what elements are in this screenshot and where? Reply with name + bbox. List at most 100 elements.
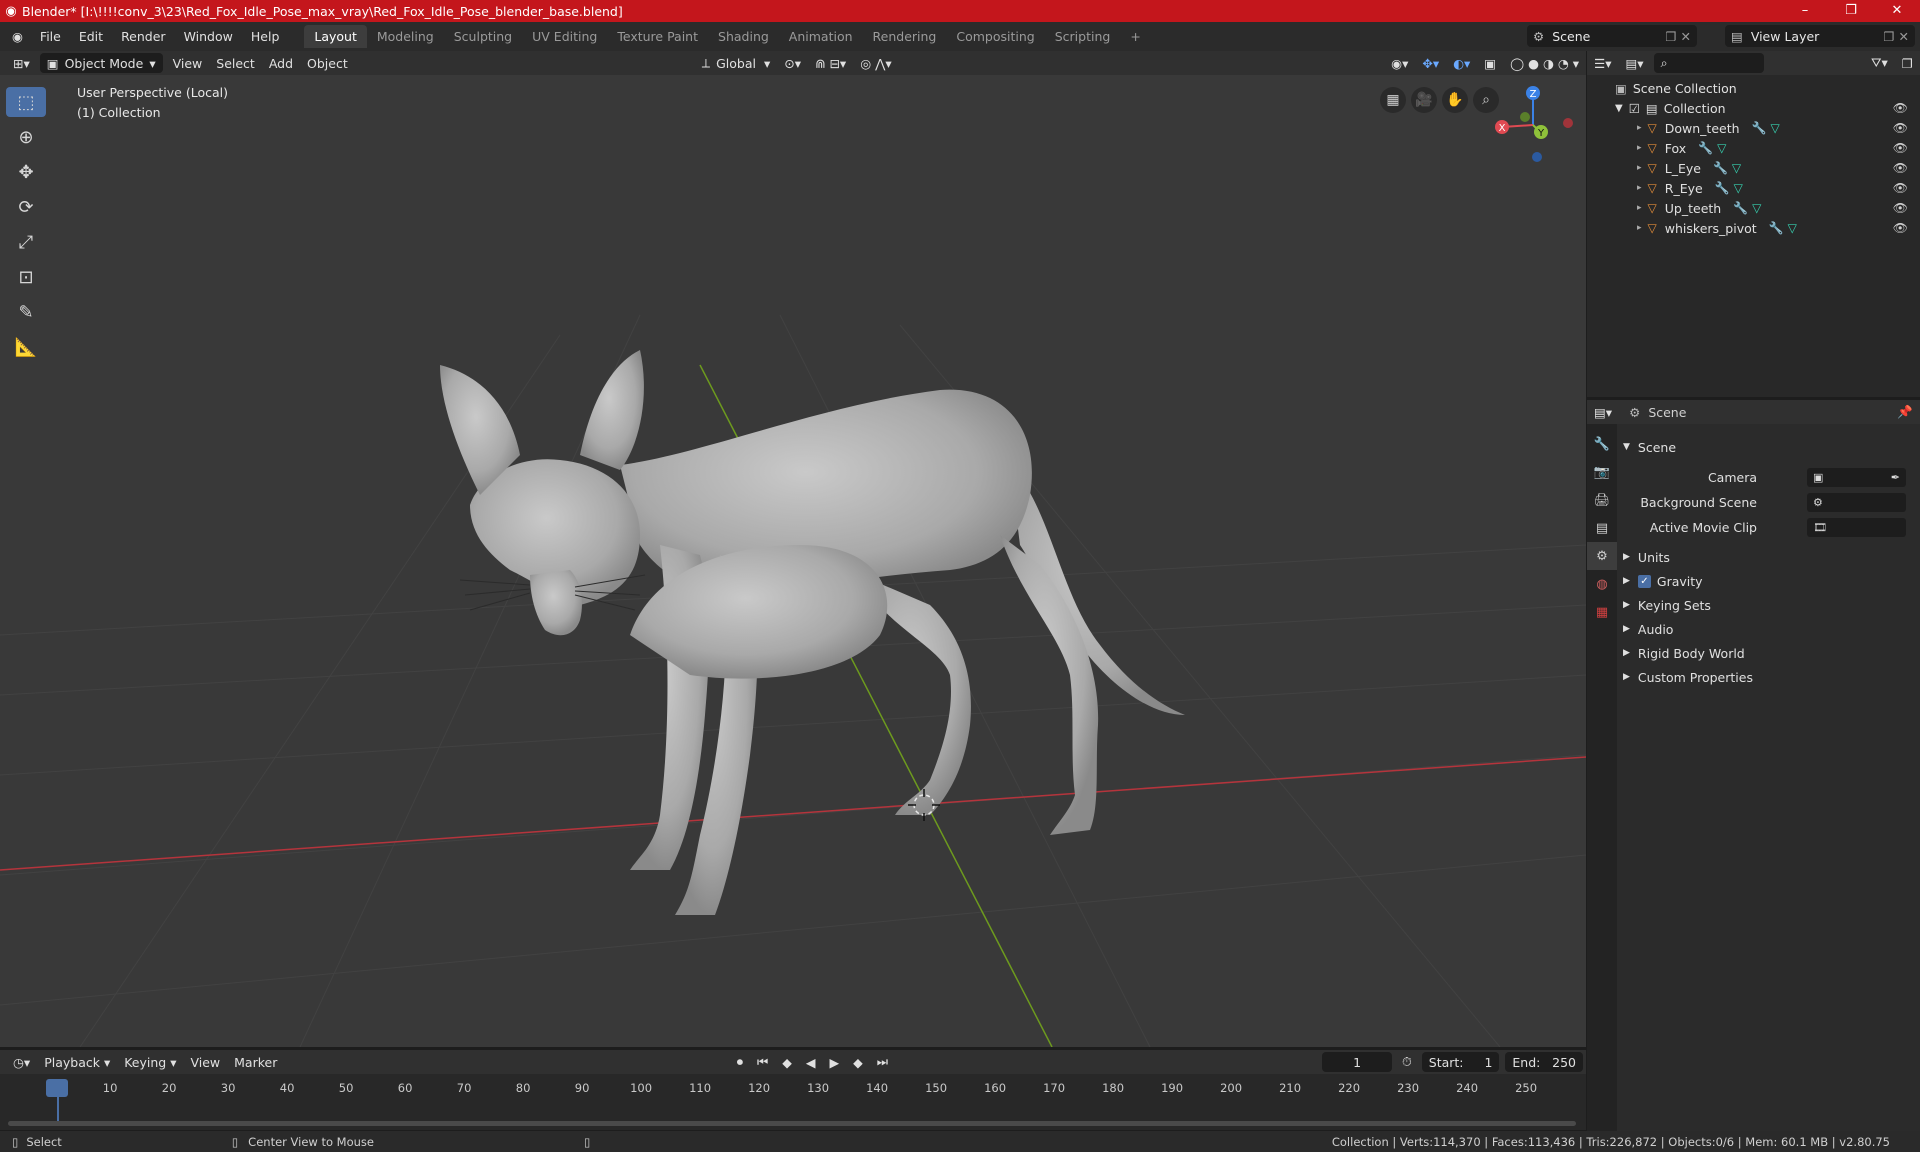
transform-tool-icon[interactable]: ⊡ xyxy=(6,262,46,292)
mesh-data-icon[interactable]: ▽ xyxy=(1732,161,1741,175)
annotate-tool-icon[interactable]: ✎ xyxy=(6,297,46,327)
mesh-data-icon[interactable]: ▽ xyxy=(1752,201,1761,215)
eye-icon[interactable]: 👁 xyxy=(1893,221,1908,235)
3d-viewport[interactable]: Z X Y ⬚ ⊕ ✥ ⟳ ⤢ ⊡ ✎ 📐 User Perspective (… xyxy=(0,75,1586,1047)
viewport-menu-object[interactable]: Object xyxy=(300,53,355,73)
menu-window[interactable]: Window xyxy=(175,29,242,44)
scene-copy-icon[interactable]: ❐ ✕ xyxy=(1665,29,1691,44)
record-button-icon[interactable]: ⏺ xyxy=(730,1052,750,1072)
eye-icon[interactable]: 👁 xyxy=(1893,141,1908,155)
audio-panel-header[interactable]: ▶ Audio xyxy=(1623,618,1914,640)
viewport-menu-select[interactable]: Select xyxy=(209,53,262,73)
mesh-data-icon[interactable]: ▽ xyxy=(1717,141,1726,155)
scene-panel-header[interactable]: ▼ Scene xyxy=(1623,436,1914,458)
mesh-data-icon[interactable]: ▽ xyxy=(1788,221,1797,235)
eye-icon[interactable]: 👁 xyxy=(1893,161,1908,175)
outliner-item[interactable]: ▸ ▽ L_Eye 🔧 ▽ 👁 xyxy=(1587,158,1920,178)
tool-tab-icon[interactable]: 🔧 xyxy=(1587,430,1617,458)
output-tab-icon[interactable]: 🖨 xyxy=(1587,486,1617,514)
custom-properties-panel-header[interactable]: ▶ Custom Properties xyxy=(1623,666,1914,688)
menu-help[interactable]: Help xyxy=(242,29,289,44)
overlays-icon[interactable]: ◐▾ xyxy=(1446,53,1477,73)
visibility-icon[interactable]: ◉▾ xyxy=(1384,53,1415,73)
xray-icon[interactable]: ▣ xyxy=(1477,53,1503,73)
viewport-menu-view[interactable]: View xyxy=(166,53,210,73)
modifier-icon[interactable]: 🔧 xyxy=(1698,141,1713,155)
camera-view-icon[interactable]: 🎥 xyxy=(1411,87,1437,113)
shading-modes-icon[interactable]: ◯ ● ◑ ◔ ▾ xyxy=(1503,53,1586,73)
eye-icon[interactable]: 👁 xyxy=(1893,101,1908,115)
view-layer-copy-icon[interactable]: ❐ ✕ xyxy=(1883,29,1909,44)
jump-end-icon[interactable]: ⏭ xyxy=(870,1052,895,1072)
expand-toggle-icon[interactable]: ▼ xyxy=(1615,103,1623,114)
menu-render[interactable]: Render xyxy=(112,29,175,44)
expand-toggle-icon[interactable]: ▸ xyxy=(1637,163,1642,173)
collection-row[interactable]: ▼ ☑ ▤ Collection 👁 xyxy=(1587,98,1920,118)
camera-field[interactable]: ▣ ✒ xyxy=(1807,467,1906,487)
tab-texture-paint[interactable]: Texture Paint xyxy=(607,25,708,48)
modifier-icon[interactable]: 🔧 xyxy=(1715,181,1730,195)
mode-selector[interactable]: ▣ Object Mode ▾ xyxy=(39,53,163,73)
background-scene-field[interactable]: ⚙ xyxy=(1807,492,1906,512)
eye-icon[interactable]: 👁 xyxy=(1893,201,1908,215)
minimize-button[interactable]: – xyxy=(1782,0,1828,22)
tab-sculpting[interactable]: Sculpting xyxy=(444,25,522,48)
prev-keyframe-icon[interactable]: ◆ xyxy=(775,1052,799,1072)
stopwatch-icon[interactable]: ⏱ xyxy=(1395,1052,1419,1072)
display-mode-icon[interactable]: ▤▾ xyxy=(1618,53,1650,73)
modifier-icon[interactable]: 🔧 xyxy=(1769,221,1784,235)
outliner-item[interactable]: ▸ ▽ R_Eye 🔧 ▽ 👁 xyxy=(1587,178,1920,198)
timeline-menu-marker[interactable]: Marker xyxy=(227,1052,284,1072)
eye-icon[interactable]: 👁 xyxy=(1893,121,1908,135)
pan-hand-icon[interactable]: ✋ xyxy=(1442,87,1468,113)
zoom-icon[interactable]: ⌕ xyxy=(1473,87,1499,113)
view-layer-selector[interactable]: ▤ View Layer ❐ ✕ xyxy=(1725,25,1915,47)
units-panel-header[interactable]: ▶ Units xyxy=(1623,546,1914,568)
eyedropper-icon[interactable]: ✒ xyxy=(1891,471,1900,484)
end-frame-field[interactable]: End: 250 xyxy=(1505,1052,1584,1072)
expand-toggle-icon[interactable]: ▸ xyxy=(1637,223,1642,233)
editor-type-icon[interactable]: ⊞▾ xyxy=(6,53,37,73)
close-button[interactable]: ✕ xyxy=(1874,0,1920,22)
current-frame-field[interactable]: 1 xyxy=(1322,1052,1392,1072)
modifier-icon[interactable]: 🔧 xyxy=(1752,121,1767,135)
new-collection-icon[interactable]: ❐ xyxy=(1895,53,1920,73)
menu-file[interactable]: File xyxy=(31,29,70,44)
snap-icon[interactable]: ⋒ ⊟▾ xyxy=(808,53,853,73)
tab-layout[interactable]: Layout xyxy=(304,25,367,48)
tab-uv-editing[interactable]: UV Editing xyxy=(522,25,607,48)
outliner-item[interactable]: ▸ ▽ Down_teeth 🔧 ▽ 👁 xyxy=(1587,118,1920,138)
blender-menu-icon[interactable]: ◉ xyxy=(0,29,31,44)
orientation-selector[interactable]: ⟂ Global ▾ xyxy=(695,53,778,73)
active-movie-clip-field[interactable]: 🎞 xyxy=(1807,517,1906,537)
add-workspace-icon[interactable]: + xyxy=(1120,25,1150,48)
tab-scripting[interactable]: Scripting xyxy=(1045,25,1121,48)
jump-start-icon[interactable]: ⏮ xyxy=(750,1052,775,1072)
eye-icon[interactable]: 👁 xyxy=(1893,181,1908,195)
pin-icon[interactable]: 📌 xyxy=(1890,402,1920,422)
render-tab-icon[interactable]: 📷 xyxy=(1587,458,1617,486)
pivot-point-icon[interactable]: ⊙▾ xyxy=(777,53,808,73)
modifier-icon[interactable]: 🔧 xyxy=(1713,161,1728,175)
world-tab-icon[interactable]: ◍ xyxy=(1587,570,1617,598)
rotate-tool-icon[interactable]: ⟳ xyxy=(6,192,46,222)
outliner-search-input[interactable]: ⌕ xyxy=(1653,53,1764,73)
proportional-editing-icon[interactable]: ◎ ⋀▾ xyxy=(853,53,898,73)
select-box-tool-icon[interactable]: ⬚ xyxy=(6,87,46,117)
expand-toggle-icon[interactable]: ▸ xyxy=(1637,203,1642,213)
scale-tool-icon[interactable]: ⤢ xyxy=(6,227,46,257)
measure-tool-icon[interactable]: 📐 xyxy=(6,332,46,362)
mesh-data-icon[interactable]: ▽ xyxy=(1771,121,1780,135)
tab-compositing[interactable]: Compositing xyxy=(946,25,1044,48)
scene-selector[interactable]: ⚙ Scene ❐ ✕ xyxy=(1527,25,1697,47)
move-tool-icon[interactable]: ✥ xyxy=(6,157,46,187)
outliner-item[interactable]: ▸ ▽ Up_teeth 🔧 ▽ 👁 xyxy=(1587,198,1920,218)
outliner-editor-type-icon[interactable]: ☰▾ xyxy=(1587,53,1618,73)
timeline-menu-view[interactable]: View xyxy=(183,1052,227,1072)
timeline-scrollbar[interactable] xyxy=(8,1121,1576,1126)
tab-shading[interactable]: Shading xyxy=(708,25,779,48)
gravity-panel-header[interactable]: ▶ ✓ Gravity xyxy=(1623,570,1914,592)
cursor-tool-icon[interactable]: ⊕ xyxy=(6,122,46,152)
gizmo-toggle-icon[interactable]: ✥▾ xyxy=(1415,53,1446,73)
modifier-icon[interactable]: 🔧 xyxy=(1733,201,1748,215)
